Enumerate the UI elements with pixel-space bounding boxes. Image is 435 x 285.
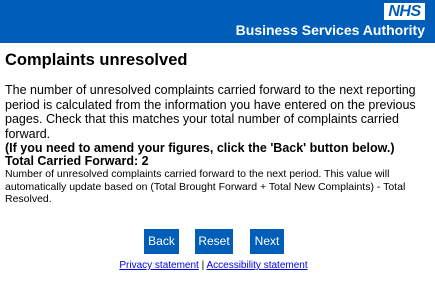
site-header: NHS Business Services Authority [0, 0, 435, 43]
page-title: Complaints unresolved [5, 51, 188, 69]
accessibility-statement-link[interactable]: Accessibility statement [206, 260, 307, 271]
total-description: Number of unresolved complaints carried … [5, 168, 406, 205]
privacy-statement-link[interactable]: Privacy statement [119, 260, 198, 271]
next-button[interactable]: Next [250, 229, 284, 254]
intro-paragraph: The number of unresolved complaints carr… [5, 83, 433, 156]
org-name: Business Services Authority [235, 22, 425, 38]
back-button[interactable]: Back [144, 229, 179, 254]
reset-button[interactable]: Reset [195, 229, 233, 254]
intro-back-hint: (If you need to amend your figures, clic… [5, 141, 395, 155]
footer-separator: | [201, 260, 205, 271]
total-carried-forward: Total Carried Forward: 2 [5, 154, 149, 168]
footer-links: Privacy statement | Accessibility statem… [0, 260, 427, 272]
nhs-logo: NHS [384, 3, 425, 20]
intro-text: The number of unresolved complaints carr… [5, 83, 416, 141]
